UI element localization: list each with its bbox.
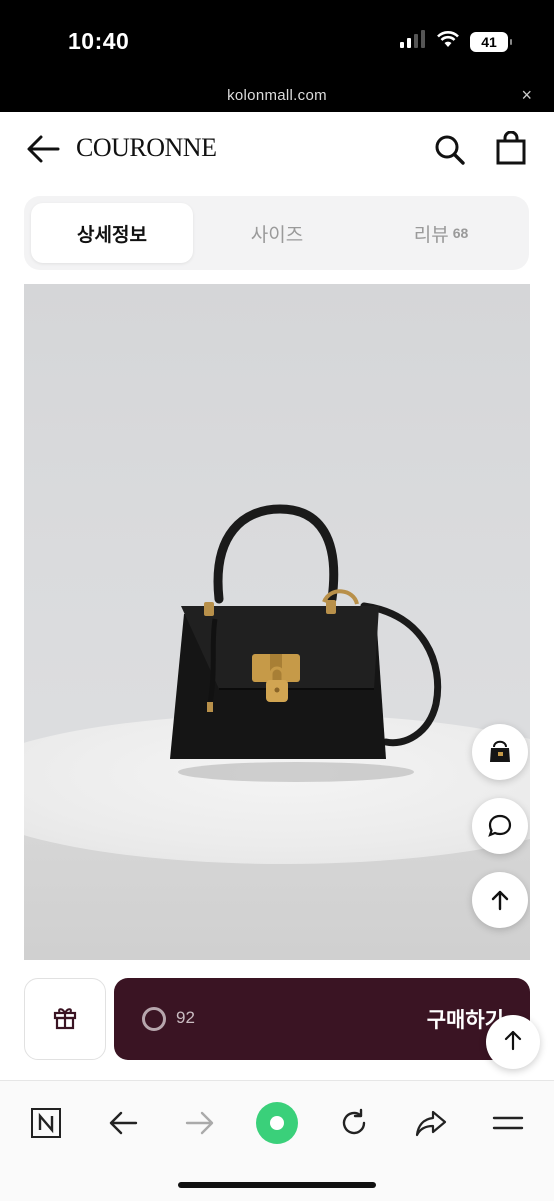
reload-icon[interactable] xyxy=(332,1101,376,1145)
buy-button[interactable]: 92 구매하기 xyxy=(114,978,530,1060)
detail-tabs: 상세정보 사이즈 리뷰 68 xyxy=(24,196,529,270)
product-image[interactable] xyxy=(24,284,530,960)
back-arrow-icon[interactable] xyxy=(26,134,60,169)
scroll-top-button[interactable] xyxy=(486,1015,540,1069)
purchase-bar: 92 구매하기 xyxy=(0,968,554,1078)
wifi-icon xyxy=(436,30,460,53)
tab-reviews[interactable]: 리뷰 68 xyxy=(360,203,522,263)
battery-level: 41 xyxy=(481,33,497,50)
search-icon[interactable] xyxy=(434,134,466,171)
chat-icon[interactable] xyxy=(472,798,528,854)
home-indicator[interactable] xyxy=(178,1182,376,1188)
gift-button[interactable] xyxy=(24,978,106,1060)
status-icons: 41 xyxy=(400,30,512,53)
app-header: COURONNE xyxy=(0,112,554,188)
review-count: 68 xyxy=(452,225,469,241)
menu-icon[interactable] xyxy=(486,1101,530,1145)
arrow-up-icon[interactable] xyxy=(472,872,528,928)
status-time: 10:40 xyxy=(68,28,130,54)
tab-details[interactable]: 상세정보 xyxy=(31,203,193,263)
tab-details-label: 상세정보 xyxy=(77,224,147,246)
home-dot-icon[interactable] xyxy=(255,1101,299,1145)
shopping-bag-icon[interactable] xyxy=(496,130,526,170)
forward-icon[interactable] xyxy=(178,1101,222,1145)
arrow-up-icon xyxy=(501,1028,525,1057)
signal-icon xyxy=(400,30,426,53)
like-count: 92 xyxy=(176,1008,195,1027)
close-icon[interactable]: × xyxy=(521,85,532,106)
handbag-illustration xyxy=(170,504,442,782)
url-text[interactable]: kolonmall.com xyxy=(0,87,554,104)
tab-size[interactable]: 사이즈 xyxy=(196,203,358,263)
battery-icon: 41 xyxy=(470,31,512,52)
gift-icon xyxy=(52,1004,78,1035)
naver-n-icon[interactable] xyxy=(24,1101,68,1145)
share-icon[interactable] xyxy=(409,1101,453,1145)
brand-logo[interactable]: COURONNE xyxy=(76,133,217,163)
browser-url-bar[interactable]: kolonmall.com × xyxy=(0,84,554,112)
loading-ring-icon xyxy=(142,1007,166,1031)
product-thumbnail[interactable] xyxy=(472,724,528,780)
tab-size-label: 사이즈 xyxy=(250,224,304,246)
tab-reviews-label: 리뷰 xyxy=(413,224,449,246)
back-icon[interactable] xyxy=(101,1101,145,1145)
status-bar: 10:40 41 xyxy=(0,0,554,84)
